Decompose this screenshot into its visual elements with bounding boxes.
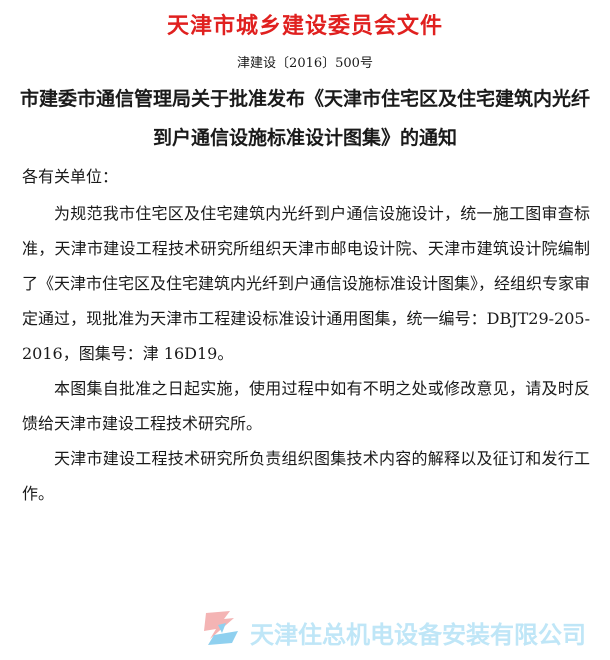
paragraph-2: 本图集自批准之日起实施，使用过程中如有不明之处或修改意见，请及时反馈给天津市建设… xyxy=(22,379,590,433)
watermark-brand: 天津住总机电设备安装有限公司 xyxy=(200,605,605,655)
document-header: 天津市城乡建设委员会文件 xyxy=(166,13,443,39)
paragraph-1: 为规范我市住宅区及住宅建筑内光纤到户通信设施设计，统一施工图审查标准，天津市建设… xyxy=(22,204,591,363)
paragraph-3: 天津市建设工程技术研究所负责组织图集技术内容的解释以及征订和发行工作。 xyxy=(22,449,590,503)
document-number: 津建设〔2016〕500号 xyxy=(237,56,373,71)
company-logo-icon xyxy=(204,611,238,645)
document-page: 天津市城乡建设委员会文件 津建设〔2016〕500号 市建委市通信管理局关于批准… xyxy=(0,0,610,660)
salutation: 各有关单位： xyxy=(22,167,119,186)
document-body: 为规范我市住宅区及住宅建筑内光纤到户通信设施设计，统一施工图审查标准，天津市建设… xyxy=(22,196,590,511)
document-title: 市建委市通信管理局关于批准发布《天津市住宅区及住宅建筑内光纤到户通信设施标准设计… xyxy=(20,88,591,149)
company-name: 天津住总机电设备安装有限公司 xyxy=(250,621,586,649)
